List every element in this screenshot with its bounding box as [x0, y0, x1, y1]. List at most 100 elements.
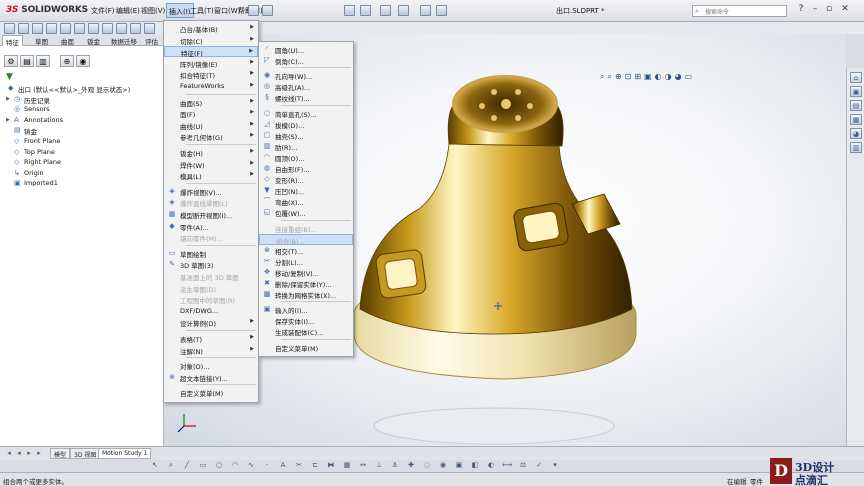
menu-item[interactable]: 扣合特征(T) ▶ [164, 69, 258, 80]
fix-icon[interactable]: ⚓ [390, 460, 400, 470]
save-icon[interactable] [344, 5, 355, 16]
design-library-icon[interactable]: ▣ [850, 86, 862, 97]
menu-item[interactable]: ⊕ 超文本链接(Y)... [164, 372, 258, 383]
command-tab[interactable]: 评估 [142, 35, 161, 46]
command-tab[interactable]: 曲面 [58, 35, 77, 46]
menu-item[interactable]: 模具(L) ▶ [164, 170, 258, 181]
print-icon[interactable] [360, 5, 371, 16]
heads-up-view-toolbar[interactable]: ⌕⌕⊕⊡⊞▣◐◑◕▭ [600, 72, 695, 82]
extrude-cut-icon[interactable] [60, 23, 71, 34]
sweep-icon[interactable] [32, 23, 43, 34]
menu-item[interactable]: 注解(N) ▶ [164, 345, 258, 356]
menu-item[interactable]: § 螺纹线(T)... [259, 92, 353, 103]
reference-geometry-icon[interactable] [144, 23, 155, 34]
menu-item[interactable]: 钣金(H) ▶ [164, 147, 258, 158]
expand-arrow-icon[interactable]: ▶ [6, 117, 10, 123]
menu-item[interactable]: ▦ 模型断开视图(I)... [164, 209, 258, 220]
menu-item[interactable]: 阵列/镜像(E) ▶ [164, 58, 258, 69]
tree-item[interactable]: ◆ 出口 (默认<<默认>_外观 显示状态>) [0, 84, 160, 94]
command-tab[interactable]: 草图 [32, 35, 51, 46]
menu-item[interactable]: ◸ 倒角(C)... [259, 55, 353, 66]
menu-item[interactable]: ◠ 圆顶(O)... [259, 152, 353, 163]
tree-item[interactable]: ▶ ◷ 历史记录 [0, 95, 160, 105]
menu-item[interactable]: ◆ 零件(A)... [164, 221, 258, 232]
mass-icon[interactable]: ⚖ [518, 460, 528, 470]
menu-item[interactable]: ▣ 输入的(I)... [259, 304, 353, 315]
menu-item[interactable]: 自定义菜单(M) [164, 387, 258, 398]
menu-item[interactable]: 切除(C) ▶ [164, 35, 258, 46]
rebuild-icon[interactable] [262, 5, 273, 16]
configuration-tab-icon[interactable]: ▥ [36, 55, 50, 67]
extrude-boss-icon[interactable] [4, 23, 15, 34]
menu-item[interactable]: 自定义菜单(M) [259, 342, 353, 353]
menu-item[interactable]: 焊件(W) ▶ [164, 159, 258, 170]
hide-icon[interactable]: ◌ [422, 460, 432, 470]
revolve-boss-icon[interactable] [18, 23, 29, 34]
options-icon[interactable] [420, 5, 431, 16]
feature-tree-tab-icon[interactable]: ⚙ [4, 55, 18, 67]
point-icon[interactable]: · [262, 460, 272, 470]
menu-item[interactable]: ⌒ 弯曲(X)... [259, 196, 353, 207]
custom-properties-icon[interactable]: ▥ [850, 142, 862, 153]
line-icon[interactable]: ╱ [182, 460, 192, 470]
property-manager-tab-icon[interactable]: ▤ [20, 55, 34, 67]
menu-item[interactable]: 保存实体(I)... [259, 315, 353, 326]
circle-icon[interactable]: ○ [214, 460, 224, 470]
menu-item[interactable]: 对象(O)... [164, 360, 258, 371]
zoom-icon[interactable]: ⌕ [166, 460, 176, 470]
close-button[interactable]: ✕ [839, 4, 851, 16]
appearances-icon[interactable]: ◕ [850, 128, 862, 139]
last-tab-arrow-icon[interactable]: ▸ [34, 448, 44, 458]
view-icon[interactable]: ▣ [454, 460, 464, 470]
menu-item[interactable]: 编辑(E) [116, 6, 140, 16]
menu-item[interactable]: ▭ 草图绘制 [164, 248, 258, 259]
menu-item[interactable]: ◇ 变形(R)... [259, 174, 353, 185]
menu-item[interactable]: ◈ 爆炸视图(V)... [164, 186, 258, 197]
section-icon[interactable]: ◧ [470, 460, 480, 470]
menu-item[interactable]: DXF/DWG... [164, 306, 258, 317]
view-palette-icon[interactable]: ▦ [850, 114, 862, 125]
dimxpert-tab-icon[interactable]: ⊕ [60, 55, 74, 67]
new-document-icon[interactable] [248, 5, 259, 16]
text-icon[interactable]: A [278, 460, 288, 470]
bottom-tab[interactable]: Motion Study 1 [98, 448, 152, 459]
minimize-button[interactable]: – [809, 4, 821, 16]
loft-icon[interactable] [46, 23, 57, 34]
menu-item[interactable]: ◍ 自由形(F)... [259, 163, 353, 174]
select-icon[interactable] [398, 5, 409, 16]
tree-item[interactable]: ↳ Origin [0, 169, 160, 179]
menu-item[interactable]: 特征(F) ▶ [164, 46, 258, 58]
menu-item[interactable]: ✎ 3D 草图(3) [164, 259, 258, 270]
select-icon[interactable]: ↖ [150, 460, 160, 470]
prev-tab-arrow-icon[interactable]: ◂ [14, 448, 24, 458]
pattern-icon[interactable] [102, 23, 113, 34]
shell-icon[interactable] [130, 23, 141, 34]
tree-item[interactable]: ◇ Right Plane [0, 158, 160, 168]
menu-item[interactable]: 曲面(S) ▶ [164, 97, 258, 108]
rib-icon[interactable] [116, 23, 127, 34]
menu-item[interactable]: 文件(F) [91, 6, 115, 16]
command-tab[interactable]: 数据迁移 [108, 35, 140, 46]
file-properties-icon[interactable] [436, 5, 447, 16]
menu-item[interactable]: ▼ 压凹(N)... [259, 185, 353, 196]
dimension-icon[interactable]: ↔ [358, 460, 368, 470]
menu-item[interactable]: 参考几何体(G) ▶ [164, 131, 258, 142]
search-input[interactable]: ⌕ 搜索命令 [692, 5, 787, 17]
offset-icon[interactable]: ⊏ [310, 460, 320, 470]
more-icon[interactable]: ▾ [550, 460, 560, 470]
tree-item[interactable]: ▤ 铸金 [0, 126, 160, 136]
menu-item[interactable]: 面(F) ▶ [164, 108, 258, 119]
menu-item[interactable]: ▩ 转换为网格实体(X)... [259, 289, 353, 300]
mirror-icon[interactable]: ⧓ [326, 460, 336, 470]
menu-item[interactable]: ◿ 拔模(D)... [259, 119, 353, 130]
check-icon[interactable]: ✓ [534, 460, 544, 470]
first-tab-arrow-icon[interactable]: ◂ [4, 448, 14, 458]
menu-item[interactable]: 工具(T) [190, 6, 214, 16]
menu-item[interactable]: ✥ 移动/复制(V)... [259, 267, 353, 278]
command-tab[interactable]: 特征 [2, 35, 23, 47]
spline-icon[interactable]: ∿ [246, 460, 256, 470]
tree-item[interactable]: ▶ A Annotations [0, 116, 160, 126]
render-icon[interactable]: ◐ [486, 460, 496, 470]
menu-item[interactable]: ◉ 孔向导(W)... [259, 70, 353, 81]
menu-item[interactable]: FeatureWorks ▶ [164, 81, 258, 92]
